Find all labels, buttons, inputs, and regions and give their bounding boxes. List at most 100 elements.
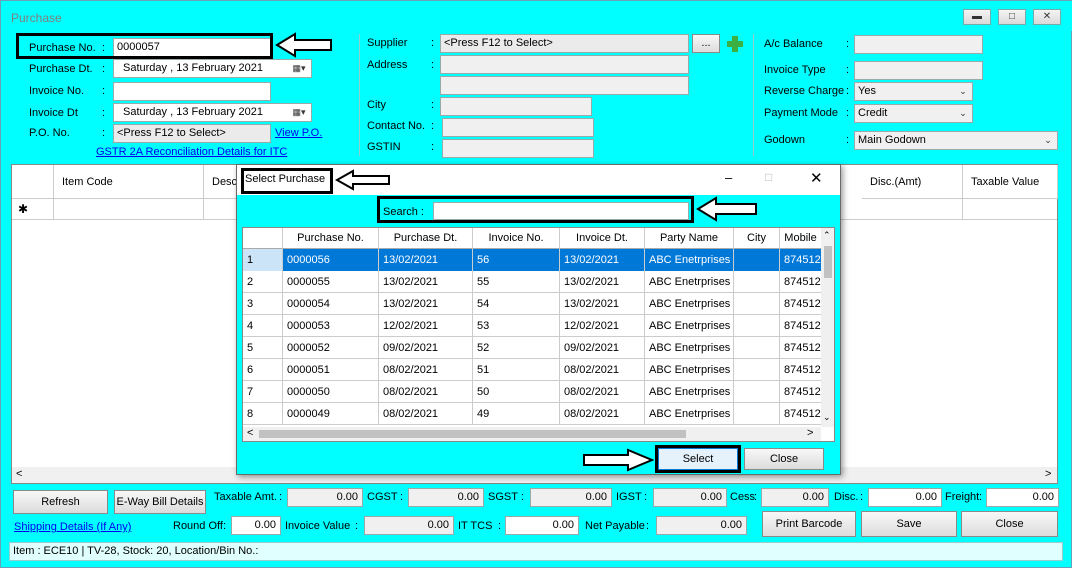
table-cell: 874512 bbox=[780, 403, 822, 425]
scroll-right-icon[interactable]: > bbox=[807, 427, 813, 439]
disc-field[interactable]: 0.00 bbox=[868, 488, 942, 507]
po-no-label: P.O. No. bbox=[29, 127, 70, 139]
gstin-field[interactable] bbox=[442, 139, 594, 158]
select-button[interactable]: Select bbox=[658, 448, 738, 470]
table-cell: 09/02/2021 bbox=[379, 337, 473, 359]
scroll-down-icon[interactable]: ⌄ bbox=[823, 412, 831, 423]
table-cell: 13/02/2021 bbox=[560, 271, 645, 293]
column-header[interactable]: Invoice Dt. bbox=[560, 228, 645, 249]
chevron-down-icon[interactable]: ⌄ bbox=[954, 105, 972, 122]
item-code-header[interactable]: Item Code bbox=[54, 165, 204, 199]
chevron-down-icon[interactable]: ⌄ bbox=[954, 83, 972, 100]
horizontal-scrollbar[interactable]: < > bbox=[243, 427, 821, 441]
city-field[interactable] bbox=[440, 97, 592, 116]
add-supplier-icon[interactable] bbox=[725, 34, 745, 54]
table-row[interactable]: 3 0000054 13/02/2021 54 13/02/2021 ABC E… bbox=[243, 293, 822, 315]
scrollbar-thumb[interactable] bbox=[259, 430, 686, 438]
balance-field bbox=[854, 35, 983, 54]
minimize-icon[interactable]: ▬ bbox=[963, 9, 991, 25]
maximize-icon[interactable]: □ bbox=[998, 9, 1026, 25]
search-input[interactable] bbox=[433, 202, 689, 220]
table-cell: 874512 bbox=[780, 293, 822, 315]
payment-mode-select[interactable]: Credit ⌄ bbox=[854, 104, 973, 123]
scroll-right-icon[interactable]: > bbox=[1045, 468, 1051, 480]
close-icon[interactable]: ✕ bbox=[810, 169, 823, 187]
row-header-column bbox=[243, 228, 283, 249]
row-number: 5 bbox=[243, 337, 283, 359]
view-po-link[interactable]: View P.O. bbox=[275, 127, 322, 139]
column-header[interactable]: Purchase Dt. bbox=[379, 228, 473, 249]
purchase-date-picker[interactable]: Saturday , 13 February 2021 ▦▾ bbox=[113, 59, 312, 78]
disc-amt-header[interactable]: Disc.(Amt) bbox=[862, 165, 963, 199]
supplier-field[interactable]: <Press F12 to Select> bbox=[440, 34, 689, 53]
purchase-table[interactable]: Purchase No. Purchase Dt. Invoice No. In… bbox=[242, 227, 835, 442]
disc-label: Disc. bbox=[834, 491, 859, 503]
table-cell: 08/02/2021 bbox=[379, 381, 473, 403]
invoice-type-field[interactable] bbox=[854, 61, 983, 80]
address-line1-field[interactable] bbox=[440, 55, 689, 74]
print-barcode-button[interactable]: Print Barcode bbox=[762, 511, 856, 537]
table-row[interactable]: 5 0000052 09/02/2021 52 09/02/2021 ABC E… bbox=[243, 337, 822, 359]
column-header[interactable]: Purchase No. bbox=[283, 228, 379, 249]
table-row[interactable]: 2 0000055 13/02/2021 55 13/02/2021 ABC E… bbox=[243, 271, 822, 293]
column-header[interactable]: City bbox=[734, 228, 780, 249]
column-header[interactable]: Party Name bbox=[645, 228, 734, 249]
dialog-close-button[interactable]: Close bbox=[744, 448, 824, 470]
highlight-box bbox=[16, 33, 273, 59]
reverse-charge-select[interactable]: Yes ⌄ bbox=[854, 82, 973, 101]
calendar-dropdown-icon[interactable]: ▦▾ bbox=[287, 60, 311, 77]
godown-select[interactable]: Main Godown ⌄ bbox=[854, 131, 1058, 150]
scroll-left-icon[interactable]: < bbox=[247, 427, 253, 439]
supplier-label: Supplier bbox=[367, 37, 408, 49]
supplier-browse-button[interactable]: ... bbox=[692, 34, 720, 53]
table-cell: 874512 bbox=[780, 337, 822, 359]
freight-field[interactable]: 0.00 bbox=[986, 488, 1059, 507]
maximize-icon[interactable]: □ bbox=[765, 170, 772, 184]
table-row[interactable]: 4 0000053 12/02/2021 53 12/02/2021 ABC E… bbox=[243, 315, 822, 337]
chevron-down-icon[interactable]: ⌄ bbox=[1039, 132, 1057, 149]
round-off-field[interactable]: 0.00 bbox=[231, 516, 281, 535]
save-button[interactable]: Save bbox=[861, 511, 957, 537]
scrollbar-thumb[interactable] bbox=[824, 246, 832, 278]
reverse-charge-value: Yes bbox=[858, 85, 876, 97]
taxable-value-header[interactable]: Taxable Value bbox=[963, 165, 1058, 199]
column-header[interactable]: Invoice No. bbox=[473, 228, 560, 249]
godown-value: Main Godown bbox=[858, 134, 926, 146]
table-cell: 13/02/2021 bbox=[379, 249, 473, 271]
table-cell: 0000051 bbox=[283, 359, 379, 381]
it-tcs-field[interactable]: 0.00 bbox=[505, 516, 579, 535]
invoice-no-field[interactable] bbox=[113, 82, 271, 101]
invoice-value-field: 0.00 bbox=[364, 516, 454, 535]
it-tcs-label: IT TCS bbox=[458, 520, 493, 532]
colon: : bbox=[646, 520, 650, 532]
title-bar: Purchase ▬ □ ✕ bbox=[1, 1, 1072, 31]
shipping-details-link[interactable]: Shipping Details (If Any) bbox=[14, 521, 131, 533]
refresh-button[interactable]: Refresh bbox=[13, 490, 108, 514]
contact-field[interactable] bbox=[442, 118, 594, 137]
colon: : bbox=[431, 59, 435, 71]
gstr-reconciliation-link[interactable]: GSTR 2A Reconciliation Details for ITC bbox=[96, 146, 287, 158]
table-row[interactable]: 7 0000050 08/02/2021 50 08/02/2021 ABC E… bbox=[243, 381, 822, 403]
table-row[interactable]: 6 0000051 08/02/2021 51 08/02/2021 ABC E… bbox=[243, 359, 822, 381]
minimize-icon[interactable]: – bbox=[725, 170, 732, 185]
colon: : bbox=[431, 141, 435, 153]
invoice-date-picker[interactable]: Saturday , 13 February 2021 ▦▾ bbox=[113, 103, 312, 122]
table-cell bbox=[734, 249, 780, 271]
vertical-scrollbar[interactable]: ⌃ ⌄ bbox=[821, 228, 834, 427]
close-button[interactable]: Close bbox=[961, 511, 1058, 537]
table-row[interactable]: 1 0000056 13/02/2021 56 13/02/2021 ABC E… bbox=[243, 249, 822, 271]
scroll-up-icon[interactable]: ⌃ bbox=[823, 230, 831, 241]
table-row[interactable]: 8 0000049 08/02/2021 49 08/02/2021 ABC E… bbox=[243, 403, 822, 425]
address-line2-field[interactable] bbox=[440, 76, 689, 95]
close-icon[interactable]: ✕ bbox=[1033, 9, 1061, 25]
table-cell: ABC Enetrprises bbox=[645, 337, 734, 359]
column-header[interactable]: Mobile bbox=[780, 228, 822, 249]
colon: : bbox=[431, 99, 435, 111]
po-no-field[interactable]: <Press F12 to Select> bbox=[113, 124, 271, 143]
eway-bill-button[interactable]: E-Way Bill Details bbox=[114, 490, 206, 514]
scroll-left-icon[interactable]: < bbox=[16, 468, 22, 480]
calendar-dropdown-icon[interactable]: ▦▾ bbox=[287, 104, 311, 121]
table-cell: ABC Enetrprises bbox=[645, 293, 734, 315]
colon: : bbox=[102, 127, 106, 139]
colon: : bbox=[431, 120, 435, 132]
